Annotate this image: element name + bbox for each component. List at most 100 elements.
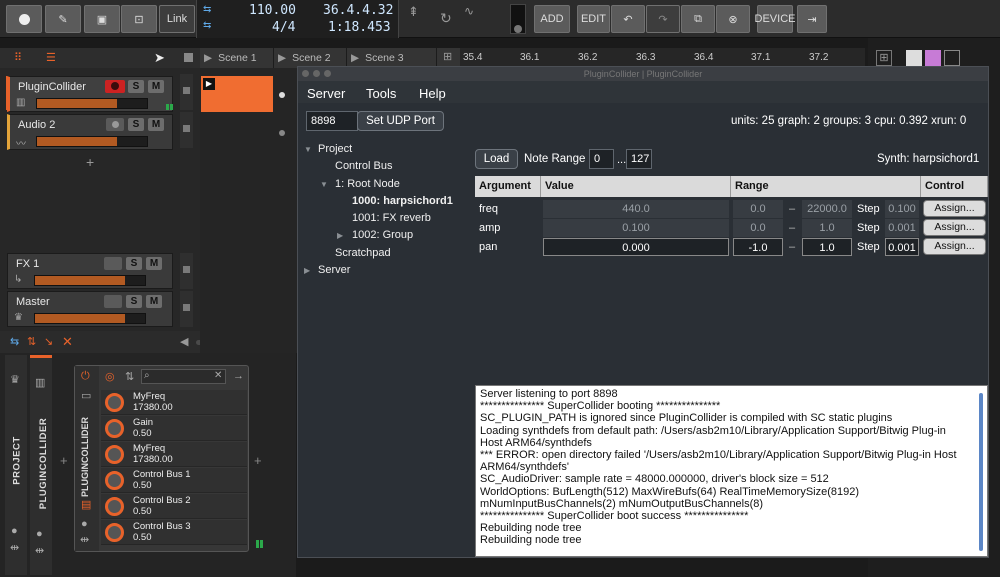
- groove-button[interactable]: ⊡: [121, 5, 157, 33]
- scene-2[interactable]: ▶ Scene 2: [274, 48, 347, 68]
- track-stop-cell[interactable]: [180, 74, 193, 110]
- edit-button[interactable]: EDIT: [577, 5, 610, 33]
- track-stop-cell[interactable]: [180, 291, 193, 327]
- tree-item-fx-reverb[interactable]: 1001: FX reverb: [352, 212, 431, 224]
- column-header-control-bus[interactable]: Control Bus: [921, 176, 988, 213]
- track-stop-cell[interactable]: [180, 253, 193, 289]
- range-max-field[interactable]: 1.0: [802, 219, 852, 237]
- zoom-window-icon[interactable]: [324, 70, 331, 77]
- mute-button[interactable]: M: [146, 257, 162, 270]
- punch-icon[interactable]: ⇞: [408, 4, 419, 20]
- assign-button[interactable]: Assign...: [923, 200, 986, 217]
- arg-value-field[interactable]: 440.0: [543, 200, 729, 218]
- tree-item-root-node[interactable]: 1: Root Node: [335, 178, 400, 190]
- plugincollider-tab[interactable]: ▥ PLUGINCOLLIDER ● ⇹: [30, 355, 52, 575]
- record-button[interactable]: [6, 5, 42, 33]
- modulator-icon[interactable]: ⇅: [125, 370, 134, 383]
- copy-button[interactable]: ⧉: [681, 5, 715, 33]
- clear-icon[interactable]: ✕: [214, 370, 222, 381]
- track-master[interactable]: Master S M ♛: [7, 291, 173, 327]
- tree-item-synth[interactable]: 1000: harpsichord1: [352, 195, 453, 207]
- range-max-field[interactable]: 1.0: [802, 238, 852, 256]
- settings-icon[interactable]: [906, 50, 922, 66]
- add-track-icon[interactable]: +: [86, 154, 94, 170]
- close-window-icon[interactable]: [302, 70, 309, 77]
- record-arm-button[interactable]: [106, 118, 124, 131]
- clip-slot[interactable]: ▶: [201, 76, 273, 112]
- palette-icon[interactable]: [925, 50, 941, 66]
- range-max-field[interactable]: 22000.0: [802, 200, 852, 218]
- step-field[interactable]: 0.001: [885, 219, 919, 237]
- knob[interactable]: [105, 497, 124, 516]
- minimize-window-icon[interactable]: [313, 70, 320, 77]
- assign-button[interactable]: Assign...: [923, 238, 986, 255]
- solo-button[interactable]: S: [128, 80, 144, 93]
- param-row[interactable]: MyFreq 17380.00: [101, 390, 247, 415]
- timeline-ruler[interactable]: 35.4 36.1 36.2 36.3 36.4 37.1 37.2: [460, 48, 865, 68]
- assign-button[interactable]: Assign...: [923, 219, 986, 236]
- track-stop-cell[interactable]: [180, 112, 193, 148]
- help-icon[interactable]: ●: [81, 518, 88, 530]
- knob[interactable]: [105, 523, 124, 542]
- wave-icon[interactable]: ∿: [464, 4, 474, 18]
- column-header-argument[interactable]: Argument: [475, 176, 541, 197]
- set-udp-port-button[interactable]: Set UDP Port: [357, 111, 444, 131]
- knob[interactable]: [105, 445, 124, 464]
- solo-button[interactable]: S: [128, 118, 144, 131]
- automation-button[interactable]: ✎: [45, 5, 81, 33]
- menu-server[interactable]: Server: [307, 86, 345, 101]
- volume-fader[interactable]: [34, 313, 146, 324]
- expand-icon[interactable]: ⇹: [10, 541, 19, 554]
- record-arm-button[interactable]: [104, 295, 122, 308]
- param-row[interactable]: MyFreq 17380.00: [101, 442, 247, 467]
- track-plugincollider[interactable]: PluginCollider S M ▥: [7, 76, 173, 112]
- tree-item-scratchpad[interactable]: Scratchpad: [335, 247, 391, 259]
- note-icon[interactable]: ⇅: [27, 335, 36, 348]
- expand-icon[interactable]: ⇹: [80, 533, 89, 546]
- step-field[interactable]: 0.100: [885, 200, 919, 218]
- param-row[interactable]: Control Bus 1 0.50: [101, 468, 247, 493]
- add-device-icon[interactable]: +: [254, 453, 262, 468]
- power-icon[interactable]: ⏻: [81, 370, 90, 383]
- device-button[interactable]: DEVICE: [755, 5, 795, 33]
- track-audio-2[interactable]: Audio 2 S M 〰: [7, 114, 173, 150]
- add-device-icon[interactable]: +: [60, 453, 68, 468]
- arg-value-field[interactable]: 0.000: [543, 238, 729, 256]
- expand-icon[interactable]: ⇹: [35, 544, 44, 557]
- randomize-icon[interactable]: ◎: [105, 370, 115, 383]
- range-min-field[interactable]: 0.0: [733, 200, 783, 218]
- mute-button[interactable]: M: [146, 295, 162, 308]
- menu-help[interactable]: Help: [419, 86, 446, 101]
- redo-button[interactable]: ↷: [646, 5, 680, 33]
- arranger-toggle[interactable]: ⊞: [437, 48, 460, 68]
- project-tab[interactable]: ♛ PROJECT ● ⇹: [5, 355, 27, 575]
- knob[interactable]: [105, 471, 124, 490]
- note-max-field[interactable]: 127: [626, 149, 652, 169]
- step-field[interactable]: 0.001: [885, 238, 919, 256]
- track-fx-1[interactable]: FX 1 S M ↳: [7, 253, 173, 289]
- knob[interactable]: [105, 393, 124, 412]
- grid-icon[interactable]: ⊞: [876, 50, 892, 66]
- overdub-button[interactable]: ▣: [84, 5, 120, 33]
- delete-button[interactable]: ⊗: [716, 5, 750, 33]
- tempo-value[interactable]: 110.00: [249, 3, 296, 18]
- window-title-bar[interactable]: PluginCollider | PluginCollider: [298, 67, 988, 81]
- param-row[interactable]: Control Bus 2 0.50: [101, 494, 247, 519]
- tree-item-group[interactable]: 1002: Group: [352, 229, 413, 241]
- collapse-icon[interactable]: ▶: [304, 266, 310, 275]
- solo-button[interactable]: S: [126, 295, 142, 308]
- list-view-icon[interactable]: ☰: [46, 51, 56, 64]
- export-button[interactable]: ⇥: [797, 5, 827, 33]
- scene-1[interactable]: ▶ Scene 1: [200, 48, 274, 68]
- help-icon[interactable]: ●: [36, 528, 43, 540]
- column-header-value[interactable]: Value: [541, 176, 731, 197]
- mixer-icon[interactable]: ⇆: [10, 335, 19, 348]
- grid-view-icon[interactable]: ⠿: [14, 51, 22, 64]
- position-bars[interactable]: 36.4.4.32: [323, 3, 393, 18]
- note-min-field[interactable]: 0: [589, 149, 614, 169]
- stop-icon[interactable]: [184, 53, 193, 62]
- console-scrollbar[interactable]: [979, 393, 983, 551]
- arg-value-field[interactable]: 0.100: [543, 219, 729, 237]
- arrow-icon[interactable]: ↘: [44, 335, 53, 348]
- menu-tools[interactable]: Tools: [366, 86, 396, 101]
